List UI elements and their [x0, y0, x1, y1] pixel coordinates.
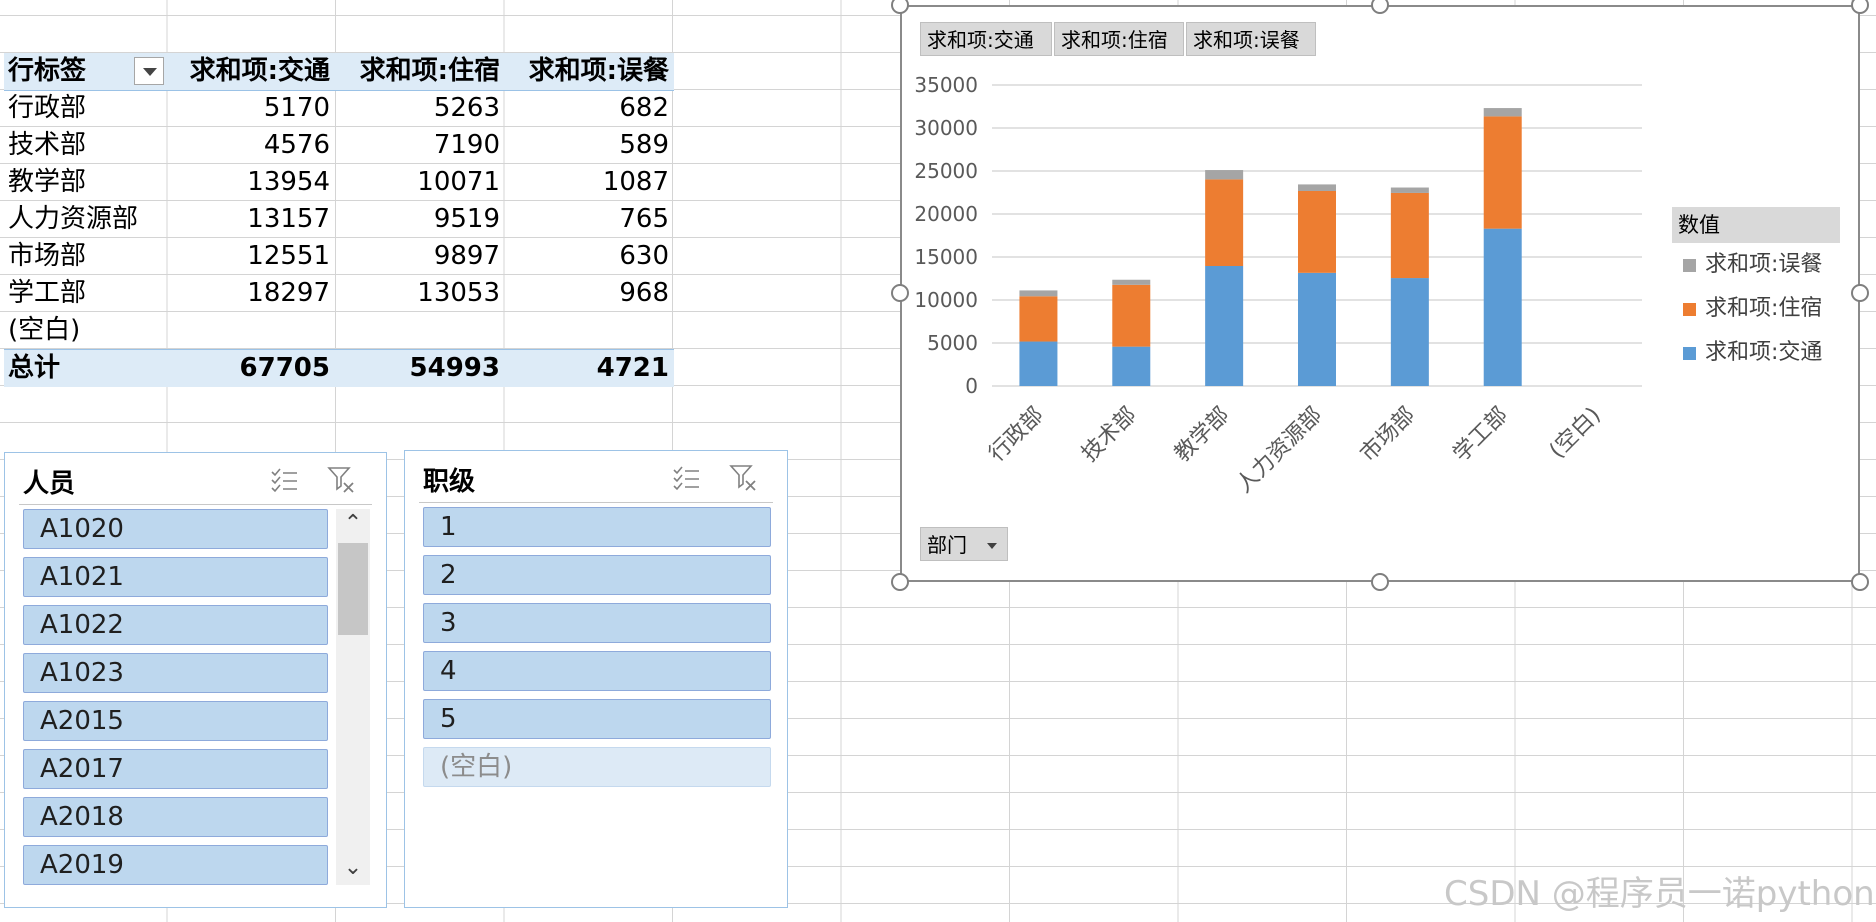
- cell-transport: 13954: [247, 167, 330, 197]
- cell-meals: 682: [619, 93, 669, 123]
- total-lodging: 54993: [409, 353, 500, 383]
- col-header-transport[interactable]: 求和项:交通: [170, 53, 330, 90]
- legend-swatch: [1683, 347, 1696, 360]
- col-header-meals[interactable]: 求和项:误餐: [509, 53, 669, 90]
- cell-transport: 18297: [247, 278, 330, 308]
- legend-label: 求和项:误餐: [1705, 252, 1823, 277]
- slicer-item[interactable]: A1021: [23, 557, 328, 597]
- slicer-person[interactable]: 人员 A1020 A1021 A1022 A1023 A2015 A2017 A…: [4, 452, 387, 908]
- cell-transport: [170, 312, 330, 349]
- slicer-item[interactable]: 3: [423, 603, 771, 643]
- slicer-item[interactable]: A1020: [23, 509, 328, 549]
- slicer-item[interactable]: A2019: [23, 845, 328, 885]
- filter-dropdown-icon[interactable]: [134, 57, 164, 85]
- slicer-level[interactable]: 职级 1 2 3 4 5 (空白): [404, 450, 788, 908]
- clear-filter-icon[interactable]: [729, 463, 759, 493]
- cell-lodging: 10071: [417, 167, 500, 197]
- slicer-item[interactable]: 4: [423, 651, 771, 691]
- resize-handle[interactable]: [1851, 284, 1869, 302]
- table-row[interactable]: 行政部 5170 5263 682: [4, 90, 674, 127]
- chart-value-field-button[interactable]: 求和项:交通: [920, 22, 1052, 56]
- resize-handle[interactable]: [1851, 573, 1869, 591]
- scroll-down-icon[interactable]: ⌄: [336, 853, 370, 883]
- watermark: CSDN @程序员一诺python: [1444, 874, 1875, 914]
- table-row[interactable]: 学工部 18297 13053 968: [4, 275, 674, 312]
- pivot-header-row: 行标签 求和项:交通 求和项:住宿 求和项:误餐: [4, 53, 674, 91]
- slicer-divider: [19, 504, 372, 505]
- chart-value-field-button[interactable]: 求和项:住宿: [1054, 22, 1184, 56]
- row-label: 行政部: [8, 93, 87, 123]
- resize-handle[interactable]: [891, 573, 909, 591]
- clear-filter-icon[interactable]: [327, 465, 357, 495]
- scroll-thumb[interactable]: [338, 543, 368, 635]
- legend-swatch: [1683, 259, 1696, 272]
- slicer-title: 职级: [423, 467, 476, 497]
- total-meals: 4721: [596, 353, 669, 383]
- multi-select-icon[interactable]: [269, 465, 299, 495]
- cell-lodging: 7190: [433, 130, 500, 160]
- legend-label: 求和项:住宿: [1705, 296, 1823, 321]
- cell-transport: 5170: [263, 93, 330, 123]
- slicer-item[interactable]: 1: [423, 507, 771, 547]
- cell-transport: 12551: [247, 241, 330, 271]
- slicer-item[interactable]: 2: [423, 555, 771, 595]
- resize-handle[interactable]: [891, 284, 909, 302]
- slicer-scrollbar[interactable]: ⌃ ⌄: [336, 509, 370, 885]
- total-transport: 67705: [239, 353, 330, 383]
- cell-meals: 968: [619, 278, 669, 308]
- row-label: (空白): [8, 315, 81, 345]
- row-label: 教学部: [8, 167, 87, 197]
- legend-title[interactable]: 数值: [1672, 207, 1840, 243]
- cell-meals: [509, 312, 669, 349]
- table-row[interactable]: 教学部 13954 10071 1087: [4, 164, 674, 201]
- chevron-down-icon: [987, 543, 997, 549]
- slicer-divider: [419, 502, 773, 503]
- cell-meals: 589: [619, 130, 669, 160]
- slicer-item[interactable]: A2017: [23, 749, 328, 789]
- slicer-item[interactable]: A2018: [23, 797, 328, 837]
- cell-lodging: 9519: [433, 204, 500, 234]
- cell-transport: 4576: [263, 130, 330, 160]
- resize-handle[interactable]: [1371, 573, 1389, 591]
- cell-meals: 1087: [602, 167, 669, 197]
- slicer-item[interactable]: A1023: [23, 653, 328, 693]
- slicer-item[interactable]: 5: [423, 699, 771, 739]
- pivot-total-row[interactable]: 总计 67705 54993 4721: [4, 349, 674, 387]
- multi-select-icon[interactable]: [671, 463, 701, 493]
- slicer-item[interactable]: A1022: [23, 605, 328, 645]
- legend-swatch: [1683, 303, 1696, 316]
- cell-meals: 630: [619, 241, 669, 271]
- slicer-item-blank[interactable]: (空白): [423, 747, 771, 787]
- cell-meals: 765: [619, 204, 669, 234]
- scroll-up-icon[interactable]: ⌃: [336, 509, 370, 539]
- axis-field-label: 部门: [927, 533, 967, 557]
- slicer-item[interactable]: A2015: [23, 701, 328, 741]
- table-row[interactable]: 技术部 4576 7190 589: [4, 127, 674, 164]
- legend-label: 求和项:交通: [1705, 340, 1823, 365]
- chart-value-field-button[interactable]: 求和项:误餐: [1186, 22, 1316, 56]
- table-row[interactable]: 市场部 12551 9897 630: [4, 238, 674, 275]
- cell-transport: 13157: [247, 204, 330, 234]
- cell-lodging: 5263: [433, 93, 500, 123]
- table-row[interactable]: (空白): [4, 312, 674, 349]
- row-label: 市场部: [8, 241, 87, 271]
- slicer-title: 人员: [23, 469, 76, 499]
- cell-lodging: [340, 312, 500, 349]
- total-label: 总计: [8, 353, 61, 383]
- row-label: 技术部: [8, 130, 87, 160]
- table-row[interactable]: 人力资源部 13157 9519 765: [4, 201, 674, 238]
- cell-lodging: 9897: [433, 241, 500, 271]
- col-header-lodging[interactable]: 求和项:住宿: [340, 53, 500, 90]
- row-label: 人力资源部: [8, 204, 139, 234]
- chart-axis-field-button[interactable]: 部门: [920, 527, 1008, 561]
- cell-lodging: 13053: [417, 278, 500, 308]
- row-label: 学工部: [8, 278, 87, 308]
